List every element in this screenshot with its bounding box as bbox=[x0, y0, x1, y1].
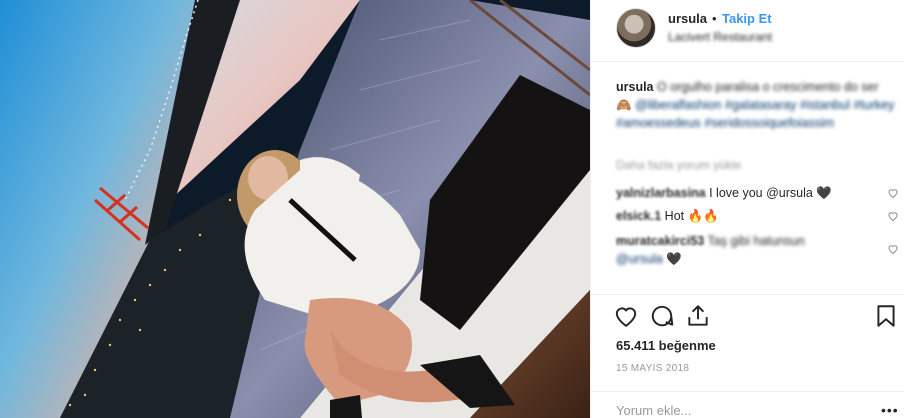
header-separator: • bbox=[712, 11, 717, 26]
comment-username[interactable]: yalnizlarbasina bbox=[616, 186, 706, 200]
caption-username[interactable]: ursula bbox=[616, 80, 654, 94]
comment-text: Hot bbox=[664, 209, 685, 223]
post-photo[interactable] bbox=[0, 0, 590, 418]
comment-username[interactable]: muratcakirci53 bbox=[616, 234, 704, 248]
share-icon[interactable] bbox=[685, 303, 711, 329]
comment-text: Taş gibi hatunsun bbox=[707, 234, 805, 248]
divider bbox=[591, 294, 904, 295]
post-header: ursula • Takip Et Lacivert Restaurant bbox=[591, 0, 904, 58]
post-date[interactable]: 15 MAYIS 2018 bbox=[616, 363, 689, 374]
comment-like-heart-icon[interactable] bbox=[887, 187, 899, 199]
comment-row: muratcakirci53 Taş gibi hatunsun @ursula… bbox=[616, 232, 876, 268]
comment-text: I love you @ursula bbox=[709, 186, 813, 200]
comment-icon[interactable] bbox=[649, 303, 675, 329]
action-bar bbox=[613, 303, 903, 331]
comment-row: elsick.1 Hot 🔥🔥 bbox=[616, 207, 719, 225]
likes-count[interactable]: 65.411 beğenme bbox=[616, 338, 716, 353]
comment-row: yalnizlarbasina I love you @ursula 🖤 bbox=[616, 184, 832, 202]
instagram-post: ursula • Takip Et Lacivert Restaurant ur… bbox=[0, 0, 904, 418]
avatar[interactable] bbox=[616, 8, 656, 48]
comment-like-heart-icon[interactable] bbox=[887, 243, 899, 255]
header-username[interactable]: ursula bbox=[668, 11, 707, 26]
caption-tags[interactable]: @liberalfashion #galatasaray #istanbul #… bbox=[616, 98, 894, 130]
comment-mention[interactable]: @ursula bbox=[616, 252, 663, 266]
bookmark-icon[interactable] bbox=[873, 303, 899, 329]
comment-username[interactable]: elsick.1 bbox=[616, 209, 661, 223]
location-link[interactable]: Lacivert Restaurant bbox=[668, 30, 772, 44]
divider bbox=[591, 61, 904, 62]
caption: ursula O orgulho paralisa o crescimento … bbox=[616, 78, 896, 132]
post-sidebar: ursula • Takip Et Lacivert Restaurant ur… bbox=[590, 0, 904, 418]
comment-emoji: 🔥🔥 bbox=[687, 209, 719, 223]
comment-like-heart-icon[interactable] bbox=[887, 210, 899, 222]
heart-icon[interactable] bbox=[613, 303, 639, 329]
comment-input[interactable]: Yorum ekle... bbox=[616, 403, 691, 418]
more-options-icon[interactable]: ••• bbox=[881, 402, 899, 418]
photo-scene bbox=[0, 0, 590, 418]
comment-emoji: 🖤 bbox=[816, 186, 832, 200]
caption-emoji: 🙈 bbox=[616, 98, 632, 112]
caption-block: ursula O orgulho paralisa o crescimento … bbox=[616, 78, 896, 132]
caption-text: O orgulho paralisa o crescimento do ser bbox=[657, 80, 879, 94]
comment-emoji: 🖤 bbox=[666, 252, 682, 266]
follow-button[interactable]: Takip Et bbox=[722, 11, 772, 26]
load-more-comments[interactable]: Daha fazla yorum yükle bbox=[616, 158, 741, 172]
divider bbox=[591, 391, 904, 392]
